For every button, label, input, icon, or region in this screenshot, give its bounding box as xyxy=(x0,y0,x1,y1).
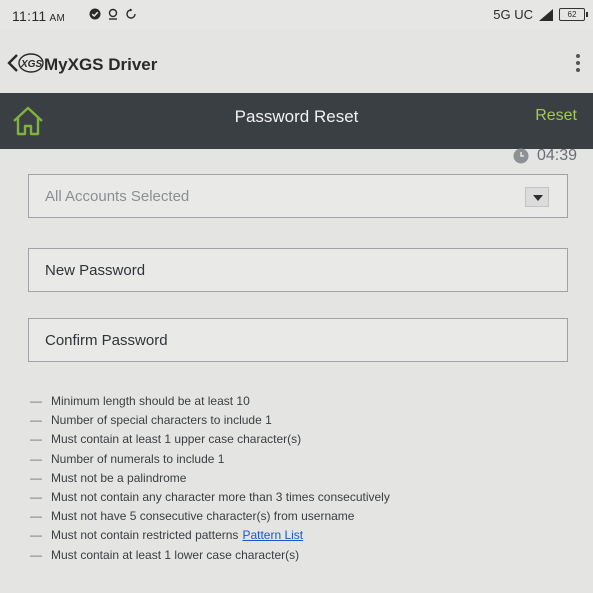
rule-dash: — xyxy=(30,432,42,447)
rule-dash: — xyxy=(30,547,42,562)
rule-dash: — xyxy=(30,451,42,466)
clock-icon xyxy=(513,148,529,164)
reset-button[interactable]: Reset xyxy=(535,107,577,125)
rule-dash: — xyxy=(30,470,42,485)
chevron-down-icon[interactable] xyxy=(525,187,549,207)
rule-text: Must not contain restricted patterns xyxy=(51,528,239,543)
new-password-label: New Password xyxy=(45,262,146,279)
rule-text: Must not have 5 consecutive character(s)… xyxy=(51,509,355,524)
rule-text: Must not contain any character more than… xyxy=(51,489,390,504)
app-title: MyXGS Driver xyxy=(44,55,158,74)
rule-text: Must not be a palindrome xyxy=(51,470,187,485)
more-vert-icon[interactable] xyxy=(575,52,581,74)
rule-item: — Must contain at least 1 upper case char… xyxy=(30,430,570,449)
rule-dash: — xyxy=(30,413,42,428)
status-icons xyxy=(89,8,137,20)
confirm-password-label: Confirm Password xyxy=(45,332,168,349)
battery-icon: 62 xyxy=(559,8,588,21)
status-bar: 11:11 AM 5G UC 62 xyxy=(0,0,593,30)
app-bar: XGS MyXGS Driver xyxy=(0,38,593,90)
rule-item: — Must not be a palindrome xyxy=(30,469,570,488)
svg-text:XGS: XGS xyxy=(20,59,42,70)
pattern-list-link[interactable]: Pattern List xyxy=(242,526,303,545)
status-time-value: 11:11 xyxy=(12,8,47,24)
rule-item: — Minimum length should be at least 10 xyxy=(30,392,570,411)
rule-item: — Number of special characters to include… xyxy=(30,411,570,430)
rule-text: Number of numerals to include 1 xyxy=(51,451,225,466)
network-type: 5G UC xyxy=(493,7,533,22)
rule-dash: — xyxy=(30,394,42,408)
status-ampm: AM xyxy=(49,13,66,24)
page-title: Password Reset xyxy=(234,107,359,126)
confirm-password-field[interactable]: Confirm Password xyxy=(28,318,568,362)
xgs-logo: XGS xyxy=(18,52,44,74)
battery-level: 62 xyxy=(567,10,577,19)
rule-dash: — xyxy=(30,528,42,543)
rule-item: — Must not have 5 consecutive character(s… xyxy=(30,507,570,526)
location-pin-icon xyxy=(108,8,118,20)
sync-icon xyxy=(126,8,136,19)
signal-icon xyxy=(539,8,553,21)
rule-item: — Must not contain any character more tha… xyxy=(30,488,570,507)
status-right: 5G UC 62 xyxy=(493,7,588,22)
rule-text: Must contain at least 1 lower case chara… xyxy=(51,547,300,562)
account-select[interactable]: All Accounts Selected xyxy=(28,174,568,218)
rule-item: — Must not contain restricted patterns Pat… xyxy=(30,526,570,545)
session-timer: 04:39 xyxy=(513,147,577,165)
rule-dash: — xyxy=(30,509,42,524)
page-header: Password Reset Reset xyxy=(0,93,593,149)
rule-dash: — xyxy=(30,489,42,504)
rule-text: Number of special characters to include … xyxy=(51,413,272,428)
verified-check-icon xyxy=(89,8,101,20)
xgs-logo-icon: XGS xyxy=(18,53,44,73)
status-time: 11:11 AM xyxy=(12,8,65,24)
timer-value: 04:39 xyxy=(536,147,577,164)
rule-item: — Must contain at least 1 lower case char… xyxy=(30,546,570,565)
password-rules-list: — Minimum length should be at least 10 — N… xyxy=(30,392,570,565)
rule-text: Must contain at least 1 upper case chara… xyxy=(51,432,302,447)
new-password-field[interactable]: New Password xyxy=(28,248,568,292)
rule-item: — Number of numerals to include 1 xyxy=(30,450,570,469)
rule-text: Minimum length should be at least 10 xyxy=(51,394,250,408)
account-select-value: All Accounts Selected xyxy=(45,188,190,205)
